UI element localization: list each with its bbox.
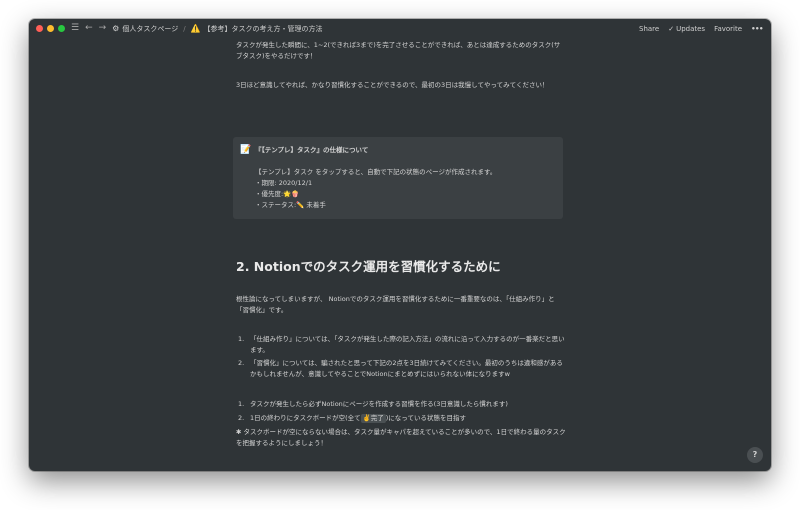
notion-window: ☰ ← → ⚙ 個人タスクページ / ⚠️ 【参考】タスクの考え方・管理の方法 … [29, 19, 771, 471]
more-options-button[interactable]: ••• [751, 25, 763, 33]
status-label: ・ステータス: [255, 201, 297, 209]
check-icon: ✓ [668, 24, 675, 33]
breadcrumb-parent-link[interactable]: 個人タスクページ [122, 24, 178, 34]
paragraph: タスクが発生した瞬間に、1~2(できれば3まで)を完了させることができれば、あと… [236, 41, 561, 60]
callout-block: 📝 『【テンプレ】タスク』の仕様について 【テンプレ】タスク をタップすると、自… [233, 137, 563, 219]
warning-icon: ⚠️ [190, 24, 201, 33]
callout-line: 【テンプレ】タスク をタップすると、自動で下記の状態のページが作成されます。 [255, 168, 497, 176]
list-number: 1. [238, 400, 245, 408]
window-controls [36, 25, 65, 32]
paragraph: 根性論になってしまいますが、 Notionでのタスク運用を習慣化するために一番重… [236, 295, 555, 314]
breadcrumb-current-link[interactable]: 【参考】タスクの考え方・管理の方法 [204, 24, 323, 34]
breadcrumb: ⚙ 個人タスクページ / ⚠️ 【参考】タスクの考え方・管理の方法 [112, 24, 322, 34]
memo-icon: 📝 [240, 145, 252, 155]
list-text-prefix: 1日の終わりにタスクボードが空(全て [250, 414, 361, 422]
title-bar: ☰ ← → ⚙ 個人タスクページ / ⚠️ 【参考】タスクの考え方・管理の方法 … [29, 19, 771, 38]
list-text: 「習慣化」については、騙されたと思って下記の2点を3日続けてみてください。最初の… [250, 359, 563, 378]
note-paragraph: ✱ タスクボードが空にならない場合は、タスク量がキャパを超えていることが多いので… [236, 428, 566, 447]
sidebar-toggle-icon[interactable]: ☰ [71, 24, 79, 33]
priority-label: ・優先度: [255, 190, 284, 198]
callout-line: ・優先度:🌟🍿 [255, 189, 299, 200]
callout-line: ・ステータス:✏️ 未着手 [255, 200, 326, 211]
list-text-suffix: )になっている状態を目指す [385, 414, 466, 422]
status-value: 未着手 [306, 201, 326, 209]
list-text: 1日の終わりにタスクボードが空(全て ✌️完了)になっている状態を目指す [250, 413, 566, 424]
forward-arrow-icon[interactable]: → [99, 24, 107, 33]
list-text: 「仕組み作り」については、「タスクが発生した際の記入方法」の流れに沿って入力する… [250, 335, 565, 354]
favorite-button[interactable]: Favorite [714, 25, 742, 33]
paragraph: 3日ほど意識してやれば、かなり習慣化することができるので、最初の3日は我慢してや… [236, 81, 549, 89]
priority-emoji: 🌟🍿 [283, 190, 300, 198]
callout-line: ・期限: 2020/12/1 [255, 179, 313, 187]
pencil-icon: ✏️ [296, 201, 305, 209]
updates-button[interactable]: ✓ Updates [668, 25, 705, 33]
list-number: 2. [238, 359, 245, 367]
parent-page-icon: ⚙ [112, 24, 120, 33]
section-heading: 2. Notionでのタスク運用を習慣化するために [236, 259, 501, 274]
callout-title: 『【テンプレ】タスク』の仕様について [255, 146, 369, 154]
share-button[interactable]: Share [639, 25, 659, 33]
list-number: 1. [238, 335, 245, 343]
breadcrumb-separator: / [183, 24, 186, 33]
close-window-button[interactable] [36, 25, 43, 32]
minimize-window-button[interactable] [47, 25, 54, 32]
help-button[interactable]: ? [747, 447, 763, 463]
updates-label: Updates [676, 24, 706, 33]
toolbar-actions: Share ✓ Updates Favorite ••• [639, 25, 763, 33]
done-status-tag: ✌️完了 [360, 414, 386, 423]
list-number: 2. [238, 414, 245, 422]
back-arrow-icon[interactable]: ← [85, 24, 93, 33]
maximize-window-button[interactable] [58, 25, 65, 32]
list-text: タスクが発生したら必ずNotionにページを作成する習慣を作る(3日意識したら慣… [250, 400, 508, 408]
